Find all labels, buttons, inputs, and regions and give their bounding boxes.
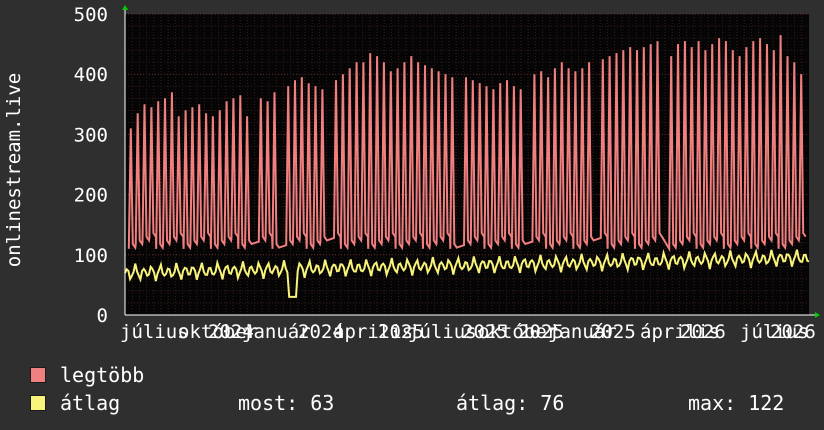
legend-label-legtobb: legtöbb [60,363,145,387]
x-axis-arrow [815,312,820,318]
stat-now: most: 63 [238,391,335,415]
y-tick-labels: 0 100 200 300 400 500 [74,4,108,327]
y-tick-label: 200 [74,185,108,207]
legend-swatch-legtobb [30,367,46,383]
legend-swatch-atlag [30,395,46,411]
x-tick-label: 2026 [680,321,726,343]
x-tick-labels: júliusoktóber2024január2024április2025jú… [120,321,816,343]
traffic-chart: 0 100 200 300 400 500 júliusoktóber2024január… [3,4,820,343]
stat-avg: átlag: 76 [456,391,565,415]
legend-item-legtobb: legtöbb [30,362,144,388]
stat-max: max: 122 [688,391,785,415]
y-tick-label: 300 [74,124,108,146]
y-tick-label: 400 [74,64,108,86]
y-tick-label: 500 [74,4,108,26]
x-tick-label: 2026 [770,321,816,343]
y-axis-arrow [122,5,128,10]
y-tick-label: 0 [97,305,108,327]
legend-label-atlag: átlag [60,391,121,415]
y-tick-label: 100 [74,245,108,267]
legend-item-atlag: átlag [30,390,120,416]
y-axis-label: onlinestream.live [3,73,25,267]
x-tick-label: 2025 [590,321,636,343]
